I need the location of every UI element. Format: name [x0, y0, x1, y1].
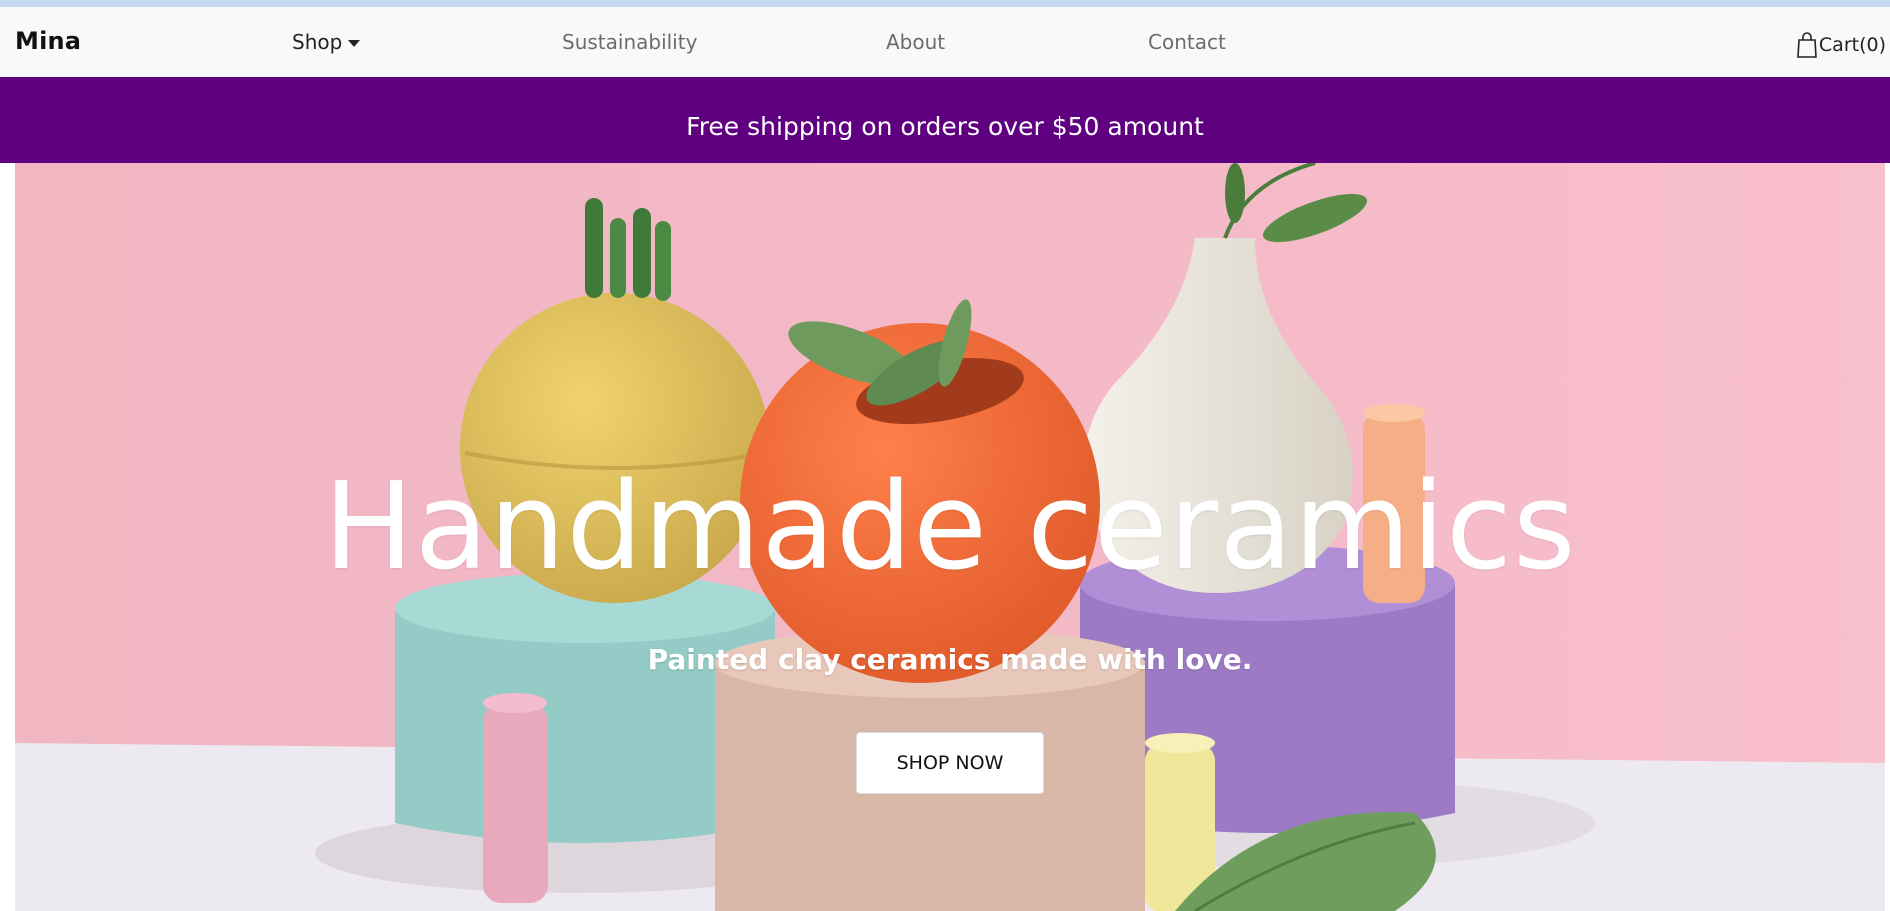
shopping-bag-icon	[1797, 32, 1817, 58]
shop-now-button[interactable]: SHOP NOW	[856, 732, 1044, 794]
nav-about[interactable]: About	[886, 30, 945, 54]
caret-down-icon	[348, 40, 361, 47]
hero-subtitle: Painted clay ceramics made with love.	[647, 643, 1253, 676]
cart-label: Cart(0)	[1818, 34, 1886, 56]
nav-shop-label: Shop	[292, 30, 343, 54]
hero-section: Handmade ceramics Painted clay ceramics …	[15, 163, 1885, 911]
promo-text: Free shipping on orders over $50 amount	[686, 112, 1204, 141]
nav-sustainability[interactable]: Sustainability	[562, 30, 697, 54]
browser-top-strip	[0, 0, 1890, 7]
promo-banner: Free shipping on orders over $50 amount	[0, 77, 1890, 163]
navbar: Mina Shop Sustainability About Contact C…	[0, 7, 1890, 78]
cart-link[interactable]: Cart(0)	[1796, 31, 1886, 59]
nav-shop-dropdown[interactable]: Shop	[292, 30, 361, 54]
hero-title: Handmade ceramics	[323, 458, 1577, 597]
nav-contact[interactable]: Contact	[1148, 30, 1226, 54]
brand-logo[interactable]: Mina	[15, 27, 81, 55]
